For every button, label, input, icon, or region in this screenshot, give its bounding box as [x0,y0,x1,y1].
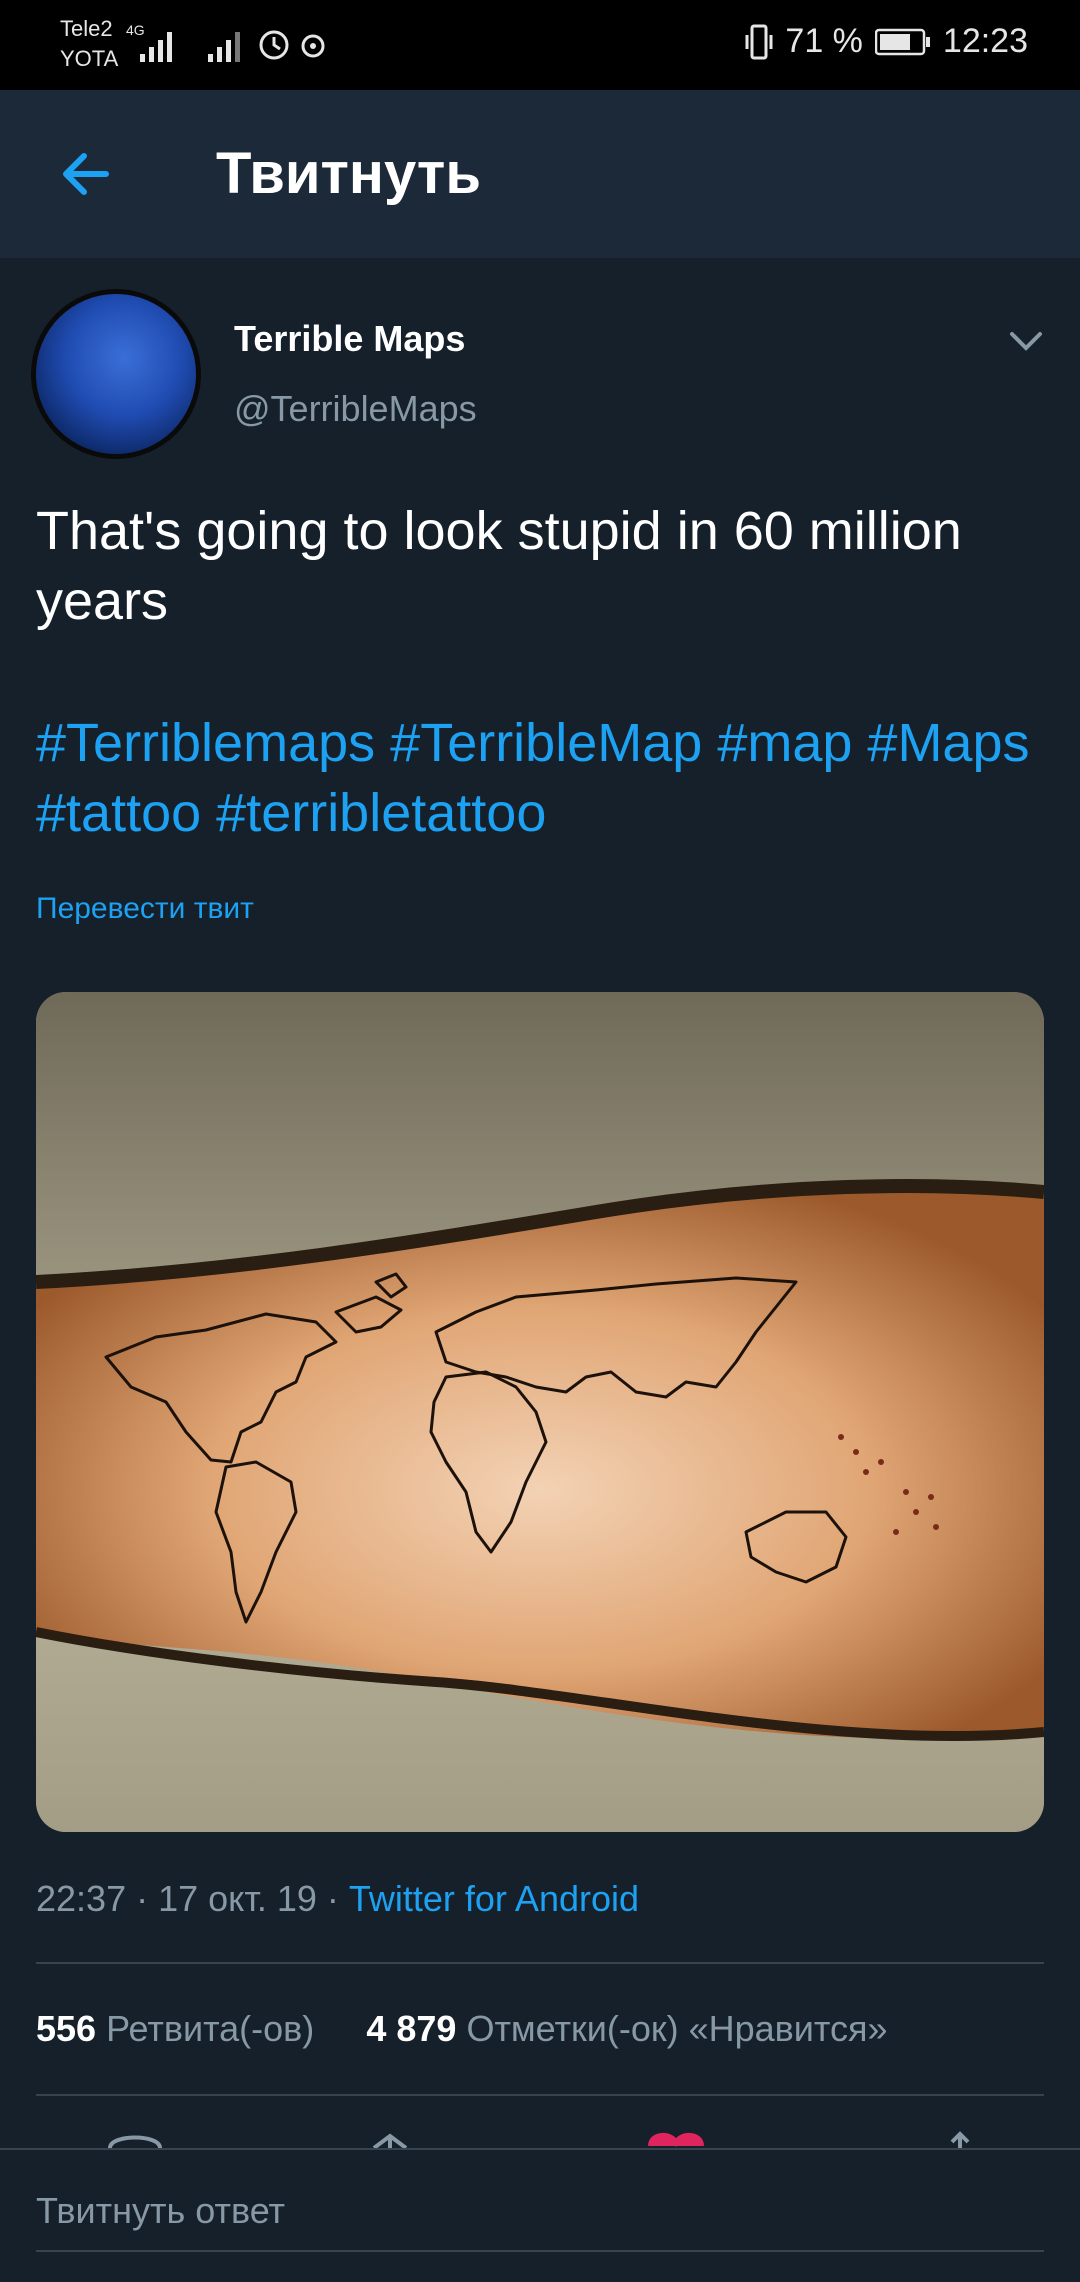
meta-separator: · [136,1878,159,1919]
tweet-time: 22:37 [36,1878,127,1919]
avatar[interactable] [36,294,196,454]
page-title: Твитнуть [216,141,481,206]
carrier-1: Tele2 [60,16,113,41]
like-label[interactable]: Отметки(-ок) «Нравится» [466,2008,887,2049]
retweet-label[interactable]: Ретвита(-ов) [106,2008,314,2049]
hashtag-link[interactable]: #tattoo [36,783,201,843]
tweet-meta: 22:37 · 17 окт. 19 · Twitter for Android [36,1878,639,1920]
tweet-stats: 556 Ретвита(-ов) 4 879 Отметки(-ок) «Нра… [36,2008,888,2050]
music-icon [301,34,325,58]
clock: 12:23 [942,22,1028,60]
like-icon [648,2133,704,2148]
vibrate-icon [745,24,773,59]
retweet-count[interactable]: 556 [36,2008,96,2049]
divider [36,1962,1044,1964]
signal-icon [208,32,240,62]
retweet-icon [372,2133,408,2148]
translate-link[interactable]: Перевести твит [36,892,254,926]
app-bar: Твитнуть [0,90,1080,258]
like-count[interactable]: 4 879 [366,2008,456,2049]
divider [36,2094,1044,2096]
battery-percent: 71 % [785,22,863,60]
hashtags: #Terriblemaps #TerribleMap #map #Maps #t… [36,708,1046,848]
back-arrow-icon[interactable] [52,140,120,208]
hashtag-link[interactable]: #terribletattoo [216,783,546,843]
tweet-image[interactable] [36,992,1044,1832]
battery-icon [874,28,930,55]
reply-input[interactable]: Твитнуть ответ [36,2190,1044,2252]
action-icons [108,2131,970,2148]
share-icon [950,2131,970,2148]
tweet-client-link[interactable]: Twitter for Android [349,1878,639,1919]
hashtag-link[interactable]: #TerribleMap [390,713,702,773]
meta-separator: · [326,1878,349,1919]
carrier-labels: Tele2 YOTA [60,14,118,74]
hashtag-link[interactable]: #Terriblemaps [36,713,375,773]
author-handle[interactable]: @TerribleMaps [234,388,477,430]
tweet-date: 17 окт. 19 [158,1878,317,1919]
chevron-down-icon[interactable] [1006,322,1046,358]
signal-icon [140,32,172,62]
reply-icon [108,2135,162,2148]
author-name[interactable]: Terrible Maps [234,318,465,360]
status-bar: Tele2 YOTA 4G 71 % 12:23 [0,0,1080,90]
reply-bar: Твитнуть ответ [0,2148,1080,2282]
hashtag-link[interactable]: #Maps [867,713,1029,773]
tweet-text: That's going to look stupid in 60 millio… [36,501,962,631]
tweet-actions [0,2128,1080,2148]
alarm-icon [259,30,289,60]
carrier-2: YOTA [60,46,119,71]
status-right: 71 % 12:23 [745,22,1028,61]
tattoo-illustration [36,992,1044,1832]
hashtag-link[interactable]: #map [717,713,852,773]
